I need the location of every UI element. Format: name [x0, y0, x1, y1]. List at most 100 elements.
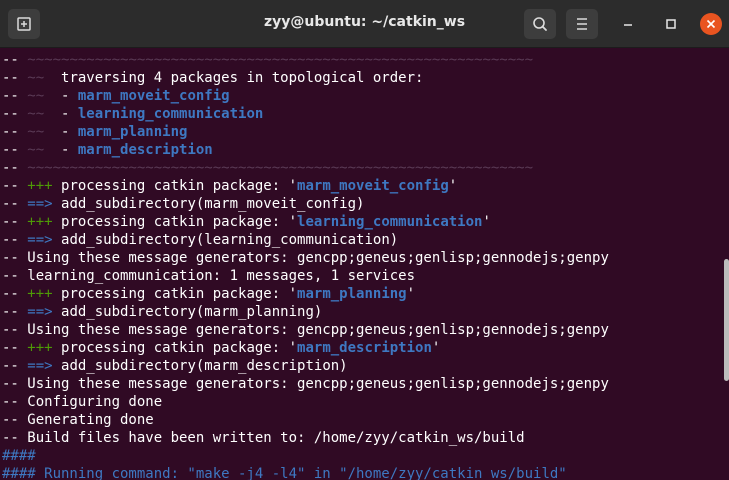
- terminal-line: -- +++ processing catkin package: 'marm_…: [2, 177, 609, 195]
- terminal-line: -- +++ processing catkin package: 'marm_…: [2, 285, 609, 303]
- line-text: processing catkin package: ': [52, 340, 298, 356]
- line-text: processing catkin package: ': [52, 178, 298, 194]
- line-text: ': [406, 286, 416, 302]
- line-text: -- Build files have been written to: /ho…: [2, 430, 525, 446]
- terminal-line: -- Using these message generators: gencp…: [2, 321, 609, 339]
- line-text: --: [2, 232, 28, 248]
- search-icon: [533, 17, 547, 31]
- line-text: processing catkin package: ': [52, 214, 298, 230]
- line-text: -: [44, 142, 78, 158]
- hamburger-menu-icon: [577, 18, 587, 30]
- package-name: marm_moveit_config: [77, 88, 230, 104]
- terminal-line: -- ==> add_subdirectory(marm_moveit_conf…: [2, 195, 609, 213]
- plus-marker: +++: [27, 214, 53, 230]
- terminal-line: -- ~~ - learning_communication: [2, 105, 609, 123]
- terminal-line: -- ~~~~~~~~~~~~~~~~~~~~~~~~~~~~~~~~~~~~~…: [2, 51, 609, 69]
- tilde-separator: ~~: [27, 88, 45, 104]
- plus-marker: +++: [27, 178, 53, 194]
- line-text: add_subdirectory(marm_description): [52, 358, 348, 374]
- line-text: add_subdirectory(marm_planning): [52, 304, 323, 320]
- tilde-separator: ~~: [27, 142, 45, 158]
- line-text: --: [2, 178, 28, 194]
- terminal-line: -- Build files have been written to: /ho…: [2, 429, 609, 447]
- line-text: -: [44, 124, 78, 140]
- line-text: -- Using these message generators: gencp…: [2, 250, 609, 266]
- line-text: processing catkin package: ': [52, 286, 298, 302]
- close-icon: [706, 19, 716, 29]
- search-button[interactable]: [524, 9, 556, 39]
- terminal-line: -- ~~ - marm_moveit_config: [2, 87, 609, 105]
- line-text: --: [2, 196, 28, 212]
- line-text: -: [44, 106, 78, 122]
- plus-marker: +++: [27, 286, 53, 302]
- tilde-separator: ~~~~~~~~~~~~~~~~~~~~~~~~~~~~~~~~~~~~~~~~…: [27, 160, 534, 176]
- line-text: -- Using these message generators: gencp…: [2, 376, 609, 392]
- line-text: --: [2, 214, 28, 230]
- line-text: --: [2, 70, 28, 86]
- terminal-line: -- ~~ - marm_description: [2, 141, 609, 159]
- terminal-line: -- learning_communication: 1 messages, 1…: [2, 267, 609, 285]
- line-text: ': [448, 178, 458, 194]
- line-text: add_subdirectory(learning_communication): [52, 232, 399, 248]
- tilde-separator: ~~: [27, 106, 45, 122]
- terminal-lines: -- ~~~~~~~~~~~~~~~~~~~~~~~~~~~~~~~~~~~~~…: [2, 51, 609, 480]
- line-text: -- Generating done: [2, 412, 154, 428]
- package-name: marm_planning: [297, 286, 407, 302]
- terminal-line: -- Generating done: [2, 411, 609, 429]
- terminal-line: -- +++ processing catkin package: 'marm_…: [2, 339, 609, 357]
- terminal-line: -- Using these message generators: gencp…: [2, 249, 609, 267]
- line-text: -- Configuring done: [2, 394, 163, 410]
- line-text: --: [2, 286, 28, 302]
- terminal-line: -- ==> add_subdirectory(marm_planning): [2, 303, 609, 321]
- terminal-line: -- ==> add_subdirectory(marm_description…: [2, 357, 609, 375]
- terminal-line: -- ~~ - marm_planning: [2, 123, 609, 141]
- menu-button[interactable]: [566, 9, 598, 39]
- title-bar: zyy@ubuntu: ~/catkin_ws: [0, 0, 729, 48]
- close-button[interactable]: [700, 13, 722, 35]
- terminal-line: -- Configuring done: [2, 393, 609, 411]
- command-text: ####: [2, 448, 36, 464]
- command-text: #### Running command: "make -j4 -l4" in …: [2, 466, 567, 480]
- line-text: -- Using these message generators: gencp…: [2, 322, 609, 338]
- terminal-line: -- Using these message generators: gencp…: [2, 375, 609, 393]
- line-text: --: [2, 124, 28, 140]
- minimize-icon: [624, 24, 632, 26]
- scrollbar-thumb[interactable]: [724, 259, 729, 381]
- maximize-button[interactable]: [660, 13, 682, 35]
- line-text: --: [2, 160, 28, 176]
- line-text: --: [2, 340, 28, 356]
- line-text: -- learning_communication: 1 messages, 1…: [2, 268, 416, 284]
- line-text: ': [431, 340, 441, 356]
- package-name: learning_communication: [77, 106, 264, 122]
- terminal-line: -- ~~ traversing 4 packages in topologic…: [2, 69, 609, 87]
- terminal-output[interactable]: -- ~~~~~~~~~~~~~~~~~~~~~~~~~~~~~~~~~~~~~…: [0, 49, 729, 480]
- line-text: --: [2, 88, 28, 104]
- terminal-line: -- +++ processing catkin package: 'learn…: [2, 213, 609, 231]
- line-text: --: [2, 304, 28, 320]
- package-name: learning_communication: [297, 214, 483, 230]
- line-text: --: [2, 52, 28, 68]
- line-text: --: [2, 358, 28, 374]
- terminal-line: -- ==> add_subdirectory(learning_communi…: [2, 231, 609, 249]
- package-name: marm_description: [77, 142, 213, 158]
- plus-marker: +++: [27, 340, 53, 356]
- package-name: marm_planning: [77, 124, 188, 140]
- tilde-separator: ~~: [27, 70, 45, 86]
- terminal-line: ####: [2, 447, 609, 465]
- line-text: -: [44, 88, 78, 104]
- tilde-separator: ~~~~~~~~~~~~~~~~~~~~~~~~~~~~~~~~~~~~~~~~…: [27, 52, 534, 68]
- line-text: traversing 4 packages in topological ord…: [44, 70, 424, 86]
- tilde-separator: ~~: [27, 124, 45, 140]
- line-text: ': [482, 214, 491, 230]
- package-name: marm_description: [297, 340, 432, 356]
- maximize-icon: [666, 19, 676, 29]
- line-text: --: [2, 106, 28, 122]
- terminal-line: -- ~~~~~~~~~~~~~~~~~~~~~~~~~~~~~~~~~~~~~…: [2, 159, 609, 177]
- arrow-marker: ==>: [27, 358, 53, 374]
- line-text: add_subdirectory(marm_moveit_config): [52, 196, 365, 212]
- minimize-button[interactable]: [617, 13, 639, 35]
- arrow-marker: ==>: [27, 304, 53, 320]
- terminal-line: #### Running command: "make -j4 -l4" in …: [2, 465, 609, 480]
- package-name: marm_moveit_config: [297, 178, 449, 194]
- arrow-marker: ==>: [27, 232, 53, 248]
